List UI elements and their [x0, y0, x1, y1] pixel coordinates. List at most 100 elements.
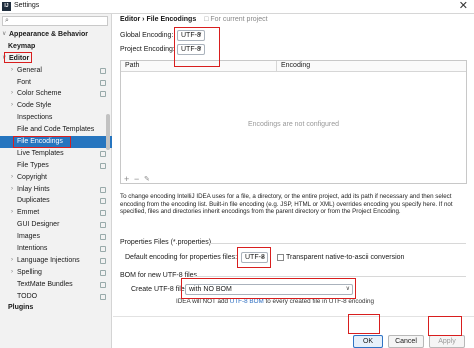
sidebar-item-editor[interactable]: ∨ Editor: [0, 53, 112, 65]
chevron-right-icon[interactable]: ›: [11, 100, 13, 112]
chevron-down-icon: ∨: [197, 32, 202, 38]
breadcrumb: Editor › File Encodings □ For current pr…: [120, 16, 268, 23]
chevron-right-icon[interactable]: ›: [11, 88, 13, 100]
chevron-right-icon[interactable]: ›: [11, 184, 13, 196]
project-scope-icon: [100, 186, 106, 193]
sidebar-item-label: Intentions: [17, 245, 48, 253]
sidebar-item-copyright[interactable]: › Copyright: [0, 172, 112, 184]
create-utf8-label: Create UTF-8 files:: [131, 286, 191, 293]
global-encoding-select[interactable]: UTF-8 ∨: [177, 30, 205, 41]
sidebar-item-emmet[interactable]: › Emmet: [0, 207, 112, 219]
chevron-right-icon[interactable]: ›: [11, 172, 13, 184]
project-scope-icon: [100, 79, 106, 86]
app-icon: IJ: [2, 2, 11, 11]
chevron-down-icon: ∨: [345, 286, 350, 292]
sidebar-item-live-templates[interactable]: Live Templates: [0, 148, 112, 160]
sidebar-item-label: Images: [17, 233, 40, 241]
project-encoding-select[interactable]: UTF-8 ∨: [177, 44, 205, 55]
chevron-down-icon[interactable]: ∨: [2, 53, 6, 65]
sidebar-item-spelling[interactable]: › Spelling: [0, 267, 112, 279]
chevron-right-icon[interactable]: ›: [11, 65, 13, 77]
sidebar-item-label: General: [17, 66, 42, 74]
column-encoding[interactable]: Encoding: [281, 62, 310, 69]
sidebar-item-label: Keymap: [8, 42, 36, 50]
sidebar-item-appearance-behavior[interactable]: ∨ Appearance & Behavior: [0, 29, 112, 41]
project-scope-icon: [100, 198, 106, 205]
sidebar-item-label: Live Templates: [17, 149, 64, 157]
sidebar-item-todo[interactable]: TODO: [0, 291, 112, 303]
add-icon[interactable]: +: [124, 175, 129, 184]
sidebar-item-label: Emmet: [17, 209, 40, 217]
settings-sidebar: ⌕ ∨ Appearance & Behavior Keymap ∨ Editor › Ge…: [0, 14, 112, 348]
title-bar: IJ Settings ✕: [0, 0, 474, 14]
sidebar-item-general[interactable]: › General: [0, 65, 112, 77]
encodings-table[interactable]: Path Encoding Encodings are not configur…: [120, 60, 467, 184]
sidebar-item-font[interactable]: Font: [0, 77, 112, 89]
project-scope-icon: [100, 210, 106, 217]
sidebar-item-color-scheme[interactable]: › Color Scheme: [0, 88, 112, 100]
chevron-right-icon[interactable]: ›: [11, 267, 13, 279]
sidebar-item-label: Language Injections: [17, 256, 80, 264]
sidebar-item-label: File and Code Templates: [17, 126, 95, 134]
sidebar-item-images[interactable]: Images: [0, 231, 112, 243]
project-scope-icon: [100, 67, 106, 74]
sidebar-item-inlay-hints[interactable]: › Inlay Hints: [0, 184, 112, 196]
sidebar-item-label: Spelling: [17, 268, 42, 276]
ok-button[interactable]: OK: [353, 335, 383, 348]
sidebar-item-inspections[interactable]: Inspections: [0, 112, 112, 124]
bom-select[interactable]: with NO BOM ∨: [185, 284, 353, 295]
global-encoding-label: Global Encoding:: [120, 32, 174, 39]
utf8-bom-link[interactable]: UTF-8 BOM: [230, 298, 264, 305]
sidebar-item-label: Editor: [9, 54, 30, 62]
edit-icon[interactable]: ✎: [144, 175, 150, 184]
cancel-button[interactable]: Cancel: [388, 335, 424, 348]
main-panel: Editor › File Encodings □ For current pr…: [113, 14, 474, 348]
for-current-project: □ For current project: [204, 16, 268, 23]
empty-state-text: Encodings are not configured: [247, 121, 340, 128]
sidebar-item-label: Copyright: [17, 173, 47, 181]
project-scope-icon: [100, 162, 106, 169]
project-scope-icon: [100, 234, 106, 241]
search-input[interactable]: ⌕: [2, 16, 108, 26]
sidebar-item-label: Duplicates: [17, 197, 50, 205]
properties-encoding-label: Default encoding for properties files:: [125, 254, 238, 261]
sidebar-item-label: Plugins: [8, 304, 34, 312]
column-path[interactable]: Path: [125, 62, 139, 69]
sidebar-item-file-and-code-templates[interactable]: File and Code Templates: [0, 124, 112, 136]
sidebar-item-file-types[interactable]: File Types: [0, 160, 112, 172]
apply-button[interactable]: Apply: [429, 335, 465, 348]
project-scope-icon: [100, 281, 106, 288]
sidebar-item-label: TextMate Bundles: [17, 280, 73, 288]
sidebar-scrollbar[interactable]: [106, 114, 110, 150]
window-title: Settings: [14, 2, 40, 9]
sidebar-item-label: TODO: [17, 292, 38, 300]
chevron-right-icon[interactable]: ›: [11, 207, 13, 219]
properties-encoding-select[interactable]: UTF-8 ∨: [241, 252, 268, 263]
sidebar-item-label: GUI Designer: [17, 221, 60, 229]
project-encoding-label: Project Encoding:: [120, 46, 175, 53]
sidebar-item-textmate-bundles[interactable]: TextMate Bundles: [0, 279, 112, 291]
chevron-down-icon[interactable]: ∨: [2, 29, 6, 41]
bom-hint: IDEA will NOT add UTF-8 BOM to every cre…: [176, 298, 374, 305]
breadcrumb-path: Editor › File Encodings: [120, 16, 197, 23]
sidebar-item-plugins[interactable]: Plugins: [0, 302, 112, 314]
chevron-right-icon[interactable]: ›: [11, 255, 13, 267]
project-scope-icon: [100, 257, 106, 264]
sidebar-item-file-encodings[interactable]: File Encodings: [0, 136, 112, 148]
project-scope-icon: [100, 246, 106, 253]
sidebar-item-duplicates[interactable]: Duplicates: [0, 195, 112, 207]
sidebar-item-language-injections[interactable]: › Language Injections: [0, 255, 112, 267]
sidebar-item-code-style[interactable]: › Code Style: [0, 100, 112, 112]
project-scope-icon: [100, 293, 106, 300]
native-ascii-checkbox[interactable]: [277, 254, 284, 261]
close-icon[interactable]: ✕: [459, 0, 468, 13]
sidebar-item-gui-designer[interactable]: GUI Designer: [0, 219, 112, 231]
settings-tree: ∨ Appearance & Behavior Keymap ∨ Editor › Gene…: [0, 29, 112, 314]
sidebar-item-label: Inspections: [17, 114, 53, 122]
sidebar-item-intentions[interactable]: Intentions: [0, 243, 112, 255]
sidebar-item-keymap[interactable]: Keymap: [0, 41, 112, 53]
search-icon: ⌕: [5, 17, 9, 24]
remove-icon[interactable]: −: [134, 175, 139, 184]
bom-group-title: BOM for new UTF-8 files: [120, 272, 198, 279]
chevron-down-icon: ∨: [197, 46, 202, 52]
